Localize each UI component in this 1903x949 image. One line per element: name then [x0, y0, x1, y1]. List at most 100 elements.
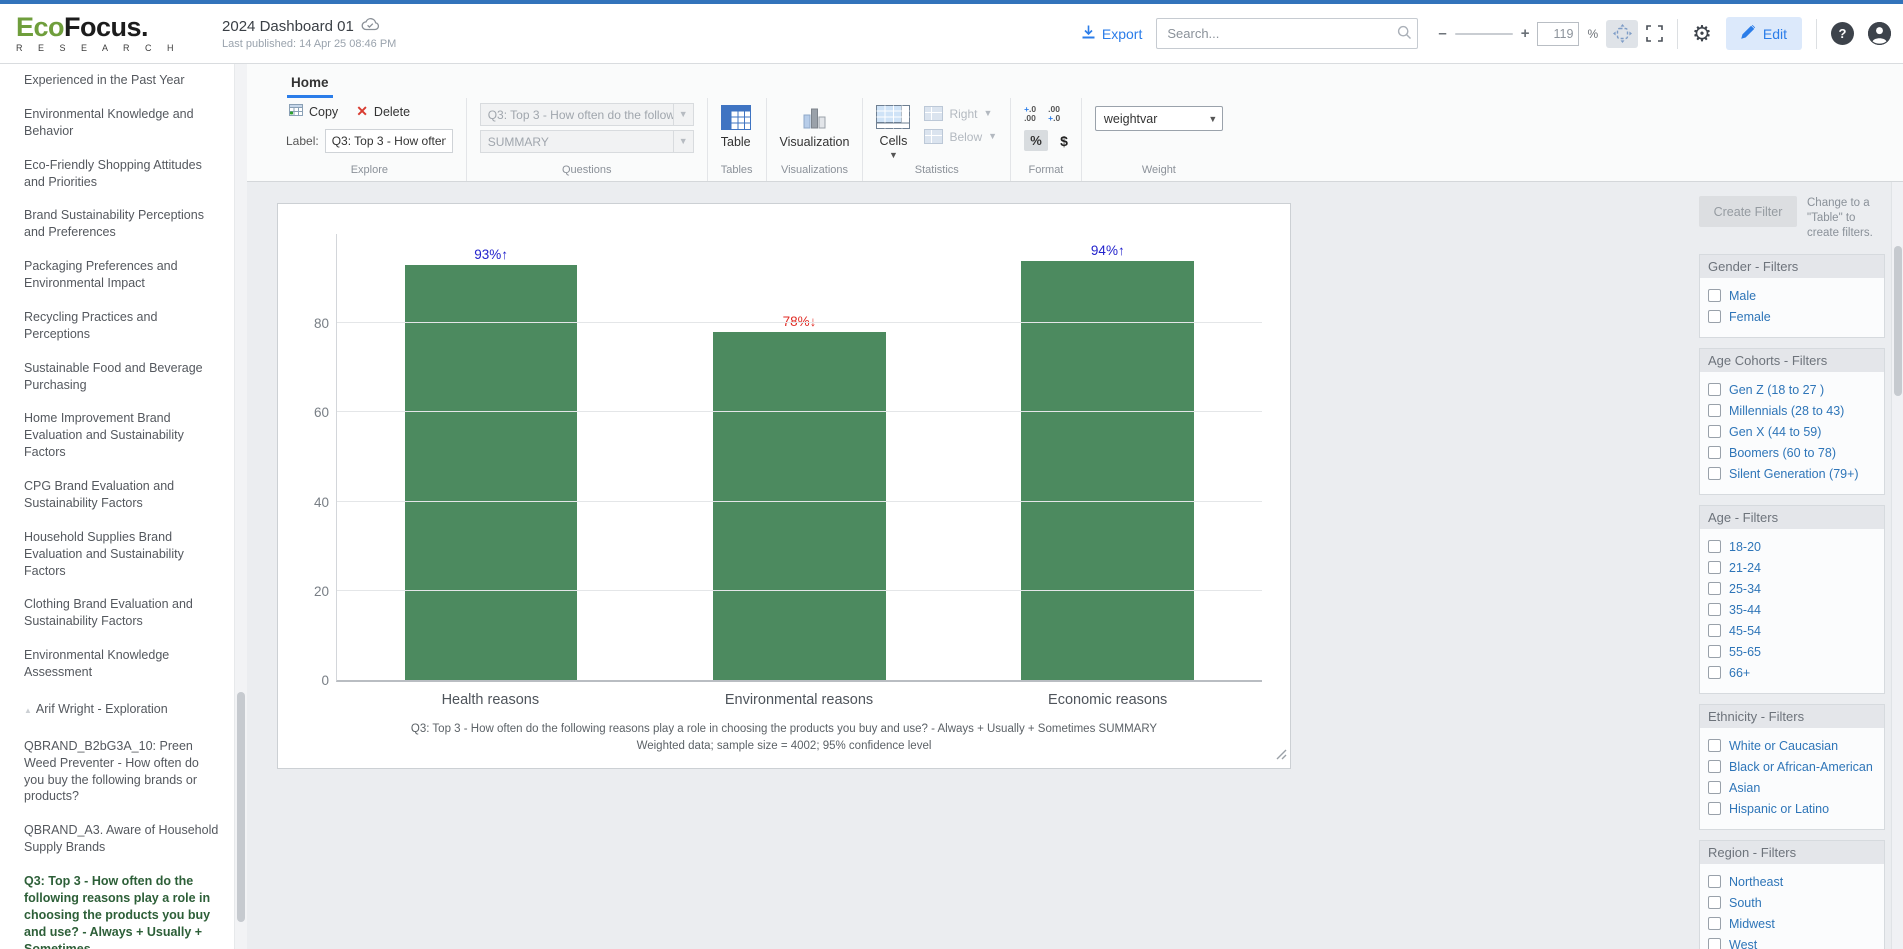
- zoom-in-button[interactable]: +: [1521, 25, 1530, 42]
- resize-handle-icon[interactable]: [1276, 747, 1287, 765]
- panel-scrollbar-thumb[interactable]: [1894, 246, 1902, 396]
- checkbox[interactable]: [1708, 781, 1721, 794]
- checkbox[interactable]: [1708, 739, 1721, 752]
- sidebar-item[interactable]: Home Improvement Brand Evaluation and Su…: [18, 408, 227, 463]
- question-dropdown[interactable]: Q3: Top 3 - How often do the following..…: [480, 103, 694, 126]
- zoom-level-input[interactable]: [1537, 22, 1579, 46]
- sidebar-item[interactable]: QBRAND_B2bG3A_10: Preen Weed Preventer -…: [18, 736, 227, 808]
- filter-option[interactable]: Hispanic or Latino: [1708, 802, 1876, 816]
- percent-format-button[interactable]: %: [1024, 130, 1048, 151]
- checkbox[interactable]: [1708, 896, 1721, 909]
- checkbox[interactable]: [1708, 938, 1721, 949]
- decimal-decrease-icon[interactable]: .00+.0: [1048, 105, 1060, 123]
- search-input[interactable]: [1156, 18, 1418, 49]
- checkbox[interactable]: [1708, 645, 1721, 658]
- summary-dropdown[interactable]: SUMMARY ▼: [480, 130, 694, 153]
- filter-option[interactable]: Female: [1708, 310, 1876, 324]
- filter-option[interactable]: Black or African-American: [1708, 760, 1876, 774]
- checkbox[interactable]: [1708, 760, 1721, 773]
- filter-option[interactable]: 25-34: [1708, 582, 1876, 596]
- checkbox[interactable]: [1708, 467, 1721, 480]
- bar[interactable]: [1021, 261, 1194, 680]
- sidebar-item[interactable]: Brand Sustainability Perceptions and Pre…: [18, 205, 227, 243]
- delete-button[interactable]: ✕ Delete: [356, 103, 410, 120]
- filter-option[interactable]: 55-65: [1708, 645, 1876, 659]
- checkbox[interactable]: [1708, 624, 1721, 637]
- checkbox[interactable]: [1708, 582, 1721, 595]
- filter-option[interactable]: Gen X (44 to 59): [1708, 425, 1876, 439]
- top-bar: EcoFocus. R E S E A R C H 2024 Dashboard…: [0, 0, 1903, 64]
- filter-option[interactable]: West: [1708, 938, 1876, 949]
- checkbox[interactable]: [1708, 917, 1721, 930]
- sidebar-item[interactable]: Eco-Friendly Shopping Attitudes and Prio…: [18, 155, 227, 193]
- sidebar-item[interactable]: Packaging Preferences and Environmental …: [18, 256, 227, 294]
- sidebar-item[interactable]: Experienced in the Past Year: [18, 70, 227, 91]
- sidebar-scrollbar[interactable]: [234, 64, 247, 949]
- sidebar-item[interactable]: Household Supplies Brand Evaluation and …: [18, 527, 227, 582]
- export-button[interactable]: Export: [1082, 25, 1142, 42]
- checkbox[interactable]: [1708, 603, 1721, 616]
- checkbox[interactable]: [1708, 383, 1721, 396]
- checkbox[interactable]: [1708, 666, 1721, 679]
- visualization-button[interactable]: Visualization: [780, 103, 850, 149]
- account-button[interactable]: [1868, 22, 1891, 45]
- below-button[interactable]: Below ▼: [924, 129, 997, 144]
- filter-option[interactable]: 45-54: [1708, 624, 1876, 638]
- checkbox[interactable]: [1708, 289, 1721, 302]
- checkbox[interactable]: [1708, 425, 1721, 438]
- sidebar-item[interactable]: CPG Brand Evaluation and Sustainability …: [18, 476, 227, 514]
- sidebar-item[interactable]: QBRAND_A3. Aware of Household Supply Bra…: [18, 820, 227, 858]
- sidebar-item[interactable]: Q3: Top 3 - How often do the following r…: [18, 871, 227, 949]
- filter-option[interactable]: 66+: [1708, 666, 1876, 680]
- sidebar-item[interactable]: Sustainable Food and Beverage Purchasing: [18, 358, 227, 396]
- zoom-slider[interactable]: [1455, 33, 1513, 35]
- sidebar-item[interactable]: ▲Arif Wright - Exploration: [18, 699, 227, 720]
- zoom-out-button[interactable]: –: [1438, 25, 1446, 42]
- sidebar-item[interactable]: Environmental Knowledge Assessment: [18, 645, 227, 683]
- create-filter-button[interactable]: Create Filter: [1699, 196, 1797, 227]
- checkbox[interactable]: [1708, 875, 1721, 888]
- checkbox[interactable]: [1708, 561, 1721, 574]
- search-icon[interactable]: [1397, 25, 1412, 45]
- sidebar-item[interactable]: Environmental Knowledge and Behavior: [18, 104, 227, 142]
- filter-option[interactable]: 21-24: [1708, 561, 1876, 575]
- cells-button[interactable]: Cells ▼: [876, 103, 910, 158]
- filter-option[interactable]: Northeast: [1708, 875, 1876, 889]
- sidebar-item[interactable]: Recycling Practices and Perceptions: [18, 307, 227, 345]
- bar[interactable]: [405, 265, 578, 680]
- chart-card[interactable]: 93%↑78%↓94%↑ 020406080 Health reasonsEnv…: [277, 203, 1291, 769]
- filter-option[interactable]: Male: [1708, 289, 1876, 303]
- sidebar-item[interactable]: Clothing Brand Evaluation and Sustainabi…: [18, 594, 227, 632]
- help-button[interactable]: ?: [1831, 22, 1854, 45]
- table-button[interactable]: Table: [721, 103, 751, 149]
- fullscreen-button[interactable]: [1646, 25, 1663, 42]
- checkbox[interactable]: [1708, 404, 1721, 417]
- filter-option[interactable]: Midwest: [1708, 917, 1876, 931]
- right-button[interactable]: Right ▼: [924, 106, 997, 121]
- fit-to-screen-button[interactable]: [1606, 20, 1638, 48]
- filter-option[interactable]: Millennials (28 to 43): [1708, 404, 1876, 418]
- tab-home[interactable]: Home: [287, 69, 333, 98]
- filter-option[interactable]: Asian: [1708, 781, 1876, 795]
- bar[interactable]: [713, 332, 886, 680]
- filter-option[interactable]: 18-20: [1708, 540, 1876, 554]
- filter-option[interactable]: Silent Generation (79+): [1708, 467, 1876, 481]
- filter-option[interactable]: White or Caucasian: [1708, 739, 1876, 753]
- checkbox[interactable]: [1708, 446, 1721, 459]
- panel-scrollbar[interactable]: [1891, 182, 1903, 949]
- edit-button[interactable]: Edit: [1726, 17, 1802, 50]
- checkbox[interactable]: [1708, 540, 1721, 553]
- filter-option[interactable]: 35-44: [1708, 603, 1876, 617]
- filter-option[interactable]: Boomers (60 to 78): [1708, 446, 1876, 460]
- filter-option[interactable]: South: [1708, 896, 1876, 910]
- gear-icon[interactable]: ⚙: [1692, 23, 1712, 45]
- sidebar-scrollbar-thumb[interactable]: [237, 692, 245, 922]
- weight-dropdown[interactable]: weightvar ▼: [1095, 106, 1223, 131]
- filter-option[interactable]: Gen Z (18 to 27 ): [1708, 383, 1876, 397]
- decimal-increase-icon[interactable]: ++.0.0.00: [1024, 105, 1036, 123]
- checkbox[interactable]: [1708, 802, 1721, 815]
- label-input[interactable]: [325, 129, 453, 153]
- currency-format-button[interactable]: $: [1060, 133, 1068, 149]
- copy-button[interactable]: Copy: [286, 104, 338, 120]
- checkbox[interactable]: [1708, 310, 1721, 323]
